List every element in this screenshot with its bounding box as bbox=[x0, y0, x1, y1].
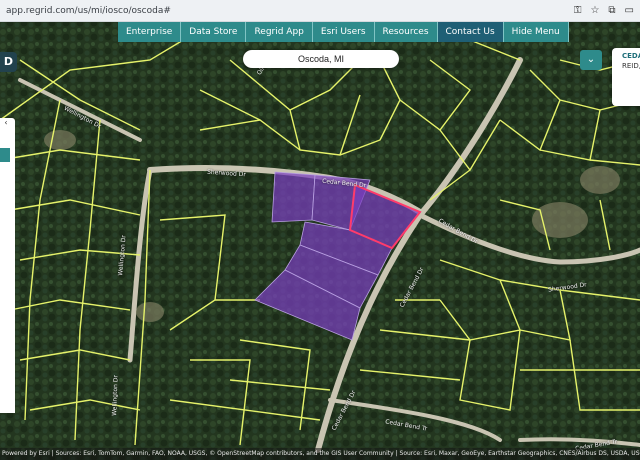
url-text[interactable]: app.regrid.com/us/mi/iosco/oscoda# bbox=[6, 6, 171, 16]
browser-address-bar[interactable]: app.regrid.com/us/mi/iosco/oscoda# ⚿ ☆ ⧉… bbox=[0, 0, 640, 22]
panel-handle[interactable] bbox=[0, 148, 10, 162]
nav-enterprise[interactable]: Enterprise bbox=[118, 22, 182, 42]
nav-data-store[interactable]: Data Store bbox=[181, 22, 247, 42]
parcel-card-title: CEDA bbox=[622, 52, 640, 60]
parcel-info-card[interactable]: CEDA REID, bbox=[612, 48, 640, 106]
collapse-panel-icon[interactable]: ‹ bbox=[0, 118, 12, 132]
map-attribution: Powered by Esri | Sources: Esri, TomTom,… bbox=[0, 448, 640, 460]
star-icon[interactable]: ☆ bbox=[590, 4, 599, 18]
nav-esri-users[interactable]: Esri Users bbox=[312, 22, 375, 42]
sidebar-icon[interactable]: ▭ bbox=[625, 4, 634, 18]
chevron-down-icon[interactable]: ⌄ bbox=[580, 50, 602, 70]
nav-contact-us[interactable]: Contact Us bbox=[437, 22, 504, 42]
nav-hide-menu[interactable]: Hide Menu bbox=[503, 22, 569, 42]
nav-regrid-app[interactable]: Regrid App bbox=[246, 22, 313, 42]
nav-resources[interactable]: Resources bbox=[374, 22, 438, 42]
location-search-box[interactable]: Oscoda, MI bbox=[243, 50, 399, 68]
street-label: Wellington Dr bbox=[111, 375, 120, 416]
extension-icon[interactable]: ⧉ bbox=[608, 4, 615, 18]
panel-toggle-button[interactable]: D bbox=[0, 52, 17, 72]
parcel-card-owner: REID, bbox=[622, 62, 640, 70]
satellite-map[interactable]: Sherwood Dr Cedar Bend Dr Cedar Bend Dr … bbox=[0, 22, 640, 460]
key-icon[interactable]: ⚿ bbox=[574, 4, 582, 18]
left-side-panel bbox=[0, 118, 15, 413]
map-canvas bbox=[0, 22, 640, 460]
top-navigation: Enterprise Data Store Regrid App Esri Us… bbox=[118, 22, 569, 42]
